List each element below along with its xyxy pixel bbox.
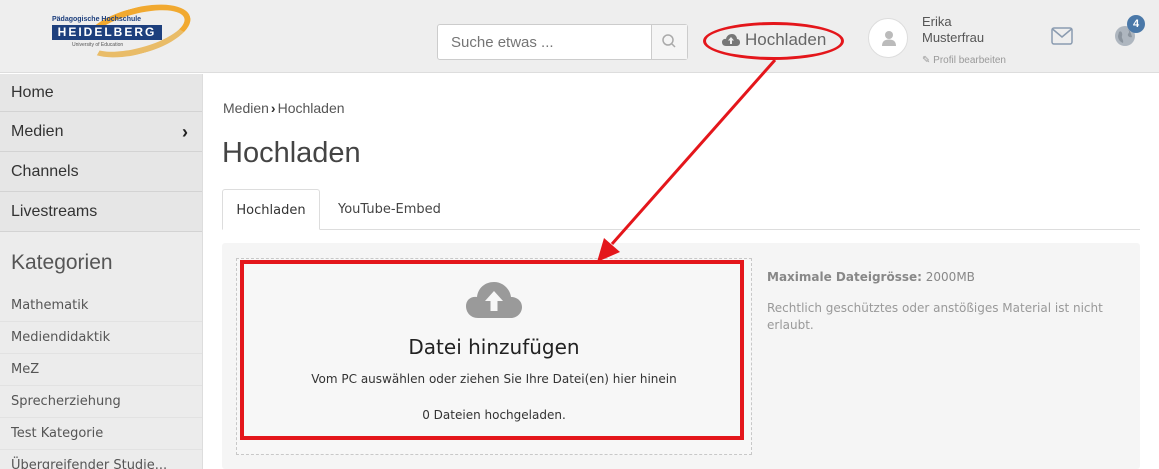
- sidebar-item-livestreams[interactable]: Livestreams: [0, 192, 202, 232]
- max-file-size: Maximale Dateigrösse: 2000MB: [767, 270, 975, 284]
- user-name[interactable]: Erika Musterfrau: [922, 14, 984, 46]
- max-size-label: Maximale Dateigrösse:: [767, 270, 922, 284]
- sidebar-item-label: Medien: [11, 123, 64, 140]
- annotation-ellipse: [703, 22, 844, 60]
- university-logo[interactable]: Pädagogische Hochschule HEIDELBERG Unive…: [42, 0, 197, 68]
- user-icon: [882, 31, 896, 46]
- search-icon: [662, 34, 676, 48]
- logo-tagline: University of Education: [72, 42, 124, 48]
- breadcrumb: Medien › Hochladen: [223, 100, 345, 116]
- profile-edit-label: Profil bearbeiten: [933, 55, 1006, 66]
- legal-note: Rechtlich geschütztes oder anstößiges Ma…: [767, 301, 1103, 332]
- chevron-right-icon: ›: [270, 100, 276, 116]
- page-title: Hochladen: [222, 137, 361, 169]
- avatar[interactable]: [868, 18, 908, 58]
- sidebar-item-label: Livestreams: [11, 203, 98, 220]
- logo-top-line: Pädagogische Hochschule: [52, 16, 142, 23]
- user-first-name: Erika: [922, 14, 952, 29]
- annotation-rectangle: [240, 260, 744, 440]
- top-header: Pädagogische Hochschule HEIDELBERG Unive…: [0, 0, 1159, 73]
- envelope-icon: [1051, 27, 1073, 45]
- sidebar-item-channels[interactable]: Channels: [0, 152, 202, 192]
- tab-bar: Hochladen YouTube-Embed: [222, 189, 1140, 230]
- sidebar-item-medien[interactable]: Medien ›: [0, 112, 202, 152]
- sidebar-item-home[interactable]: Home: [0, 74, 202, 112]
- notification-badge: 4: [1127, 15, 1145, 33]
- category-item[interactable]: Sprecherziehung: [0, 386, 202, 418]
- category-item[interactable]: Test Kategorie: [0, 418, 202, 450]
- messages-button[interactable]: [1051, 27, 1073, 50]
- search-button[interactable]: [651, 25, 687, 59]
- category-item[interactable]: Mediendidaktik: [0, 322, 202, 354]
- category-item[interactable]: Mathematik: [0, 290, 202, 322]
- category-item[interactable]: Übergreifender Studie...: [0, 450, 202, 469]
- category-item[interactable]: MeZ: [0, 354, 202, 386]
- max-size-value: 2000MB: [925, 270, 975, 284]
- chevron-right-icon: ›: [182, 122, 188, 142]
- sidebar: Home Medien › Channels Livestreams Kateg…: [0, 74, 203, 469]
- user-last-name: Musterfrau: [922, 30, 985, 45]
- sidebar-item-label: Home: [11, 84, 54, 101]
- search-box: [437, 24, 688, 60]
- tab-hochladen[interactable]: Hochladen: [222, 189, 320, 230]
- sidebar-item-label: Channels: [11, 163, 79, 180]
- tab-youtube-embed[interactable]: YouTube-Embed: [338, 189, 441, 230]
- pencil-icon: ✎: [922, 55, 931, 66]
- logo-name: HEIDELBERG: [52, 25, 162, 40]
- search-input[interactable]: [438, 25, 652, 59]
- breadcrumb-parent[interactable]: Medien: [223, 100, 269, 116]
- breadcrumb-current: Hochladen: [277, 100, 345, 116]
- profile-edit-link[interactable]: ✎ Profil bearbeiten: [922, 55, 1006, 66]
- categories-heading: Kategorien: [11, 251, 113, 274]
